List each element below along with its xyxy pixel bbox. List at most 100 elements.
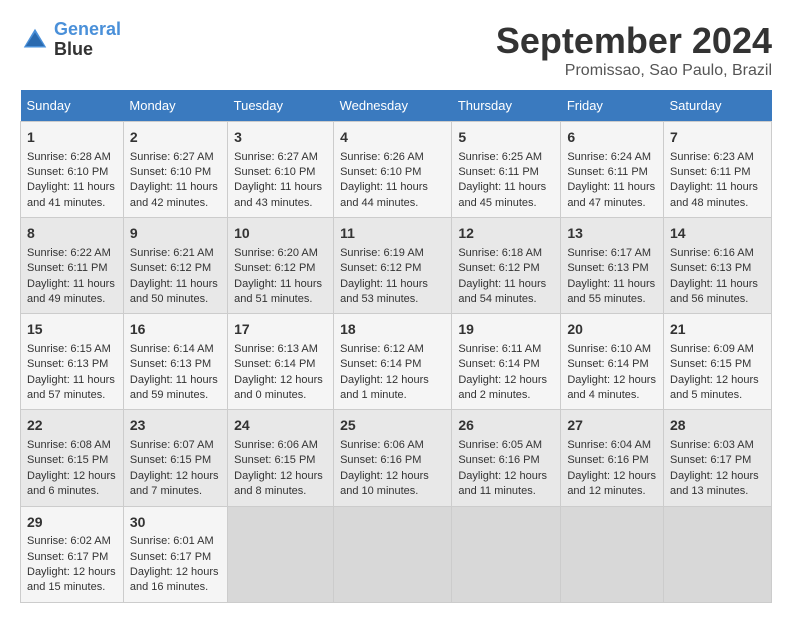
calendar-cell [452,506,561,602]
sunrise: Sunrise: 6:11 AM [458,343,541,355]
day-number: 22 [27,416,117,436]
calendar-table: Sunday Monday Tuesday Wednesday Thursday… [20,90,772,603]
calendar-week-row: 1 Sunrise: 6:28 AM Sunset: 6:10 PM Dayli… [21,122,772,218]
day-number: 28 [670,416,765,436]
sunset: Sunset: 6:13 PM [567,262,648,274]
sunset: Sunset: 6:10 PM [130,166,211,178]
logo-text: General Blue [54,20,121,60]
calendar-cell: 29 Sunrise: 6:02 AM Sunset: 6:17 PM Dayl… [21,506,124,602]
calendar-cell: 14 Sunrise: 6:16 AM Sunset: 6:13 PM Dayl… [664,218,772,314]
header-monday: Monday [123,90,227,122]
day-number: 14 [670,224,765,244]
daylight-label: Daylight: 12 hours and 0 minutes. [234,374,323,401]
sunset: Sunset: 6:14 PM [567,358,648,370]
day-number: 23 [130,416,221,436]
sunset: Sunset: 6:15 PM [130,454,211,466]
sunrise: Sunrise: 6:07 AM [130,439,214,451]
calendar-cell: 24 Sunrise: 6:06 AM Sunset: 6:15 PM Dayl… [228,410,334,506]
daylight-label: Daylight: 12 hours and 7 minutes. [130,470,219,497]
calendar-cell: 21 Sunrise: 6:09 AM Sunset: 6:15 PM Dayl… [664,314,772,410]
sunset: Sunset: 6:15 PM [670,358,751,370]
day-number: 25 [340,416,445,436]
sunrise: Sunrise: 6:25 AM [458,151,542,163]
header-friday: Friday [561,90,664,122]
daylight-label: Daylight: 11 hours and 43 minutes. [234,181,322,208]
calendar-cell [228,506,334,602]
calendar-week-row: 8 Sunrise: 6:22 AM Sunset: 6:11 PM Dayli… [21,218,772,314]
sunset: Sunset: 6:11 PM [458,166,539,178]
calendar-cell: 2 Sunrise: 6:27 AM Sunset: 6:10 PM Dayli… [123,122,227,218]
day-number: 10 [234,224,327,244]
sunrise: Sunrise: 6:23 AM [670,151,754,163]
header-wednesday: Wednesday [334,90,452,122]
daylight-label: Daylight: 11 hours and 45 minutes. [458,181,546,208]
sunset: Sunset: 6:16 PM [458,454,539,466]
sunset: Sunset: 6:11 PM [567,166,648,178]
sunset: Sunset: 6:10 PM [234,166,315,178]
sunset: Sunset: 6:10 PM [27,166,108,178]
sunrise: Sunrise: 6:05 AM [458,439,542,451]
daylight-label: Daylight: 11 hours and 48 minutes. [670,181,758,208]
day-number: 7 [670,128,765,148]
day-number: 8 [27,224,117,244]
sunrise: Sunrise: 6:22 AM [27,247,111,259]
sunrise: Sunrise: 6:13 AM [234,343,318,355]
sunrise: Sunrise: 6:01 AM [130,535,214,547]
day-number: 13 [567,224,657,244]
daylight-label: Daylight: 12 hours and 10 minutes. [340,470,429,497]
sunset: Sunset: 6:11 PM [27,262,108,274]
day-number: 29 [27,513,117,533]
daylight-label: Daylight: 12 hours and 15 minutes. [27,566,116,593]
sunrise: Sunrise: 6:12 AM [340,343,424,355]
sunset: Sunset: 6:16 PM [567,454,648,466]
calendar-cell: 3 Sunrise: 6:27 AM Sunset: 6:10 PM Dayli… [228,122,334,218]
day-number: 6 [567,128,657,148]
sunrise: Sunrise: 6:20 AM [234,247,318,259]
calendar-week-row: 22 Sunrise: 6:08 AM Sunset: 6:15 PM Dayl… [21,410,772,506]
day-number: 1 [27,128,117,148]
calendar-cell: 9 Sunrise: 6:21 AM Sunset: 6:12 PM Dayli… [123,218,227,314]
logo-icon [20,25,50,55]
day-number: 19 [458,320,554,340]
page-header: General Blue September 2024 Promissao, S… [20,20,772,80]
sunset: Sunset: 6:14 PM [458,358,539,370]
calendar-cell [334,506,452,602]
sunset: Sunset: 6:14 PM [340,358,421,370]
sunrise: Sunrise: 6:10 AM [567,343,651,355]
day-number: 15 [27,320,117,340]
calendar-cell: 13 Sunrise: 6:17 AM Sunset: 6:13 PM Dayl… [561,218,664,314]
day-number: 2 [130,128,221,148]
subtitle: Promissao, Sao Paulo, Brazil [496,62,772,80]
day-number: 24 [234,416,327,436]
calendar-cell: 17 Sunrise: 6:13 AM Sunset: 6:14 PM Dayl… [228,314,334,410]
daylight-label: Daylight: 12 hours and 2 minutes. [458,374,547,401]
day-number: 11 [340,224,445,244]
daylight-label: Daylight: 12 hours and 5 minutes. [670,374,759,401]
calendar-cell: 6 Sunrise: 6:24 AM Sunset: 6:11 PM Dayli… [561,122,664,218]
sunrise: Sunrise: 6:27 AM [130,151,214,163]
sunrise: Sunrise: 6:16 AM [670,247,754,259]
calendar-cell: 7 Sunrise: 6:23 AM Sunset: 6:11 PM Dayli… [664,122,772,218]
logo: General Blue [20,20,121,60]
sunrise: Sunrise: 6:24 AM [567,151,651,163]
calendar-cell: 28 Sunrise: 6:03 AM Sunset: 6:17 PM Dayl… [664,410,772,506]
day-number: 18 [340,320,445,340]
calendar-cell [561,506,664,602]
calendar-cell: 30 Sunrise: 6:01 AM Sunset: 6:17 PM Dayl… [123,506,227,602]
calendar-cell: 8 Sunrise: 6:22 AM Sunset: 6:11 PM Dayli… [21,218,124,314]
day-number: 27 [567,416,657,436]
calendar-cell: 18 Sunrise: 6:12 AM Sunset: 6:14 PM Dayl… [334,314,452,410]
sunrise: Sunrise: 6:27 AM [234,151,318,163]
sunrise: Sunrise: 6:28 AM [27,151,111,163]
calendar-cell: 10 Sunrise: 6:20 AM Sunset: 6:12 PM Dayl… [228,218,334,314]
daylight-label: Daylight: 11 hours and 41 minutes. [27,181,115,208]
sunset: Sunset: 6:14 PM [234,358,315,370]
calendar-cell: 25 Sunrise: 6:06 AM Sunset: 6:16 PM Dayl… [334,410,452,506]
header-sunday: Sunday [21,90,124,122]
weekday-header-row: Sunday Monday Tuesday Wednesday Thursday… [21,90,772,122]
daylight-label: Daylight: 11 hours and 49 minutes. [27,278,115,305]
sunset: Sunset: 6:12 PM [130,262,211,274]
day-number: 26 [458,416,554,436]
day-number: 12 [458,224,554,244]
title-block: September 2024 Promissao, Sao Paulo, Bra… [496,20,772,80]
